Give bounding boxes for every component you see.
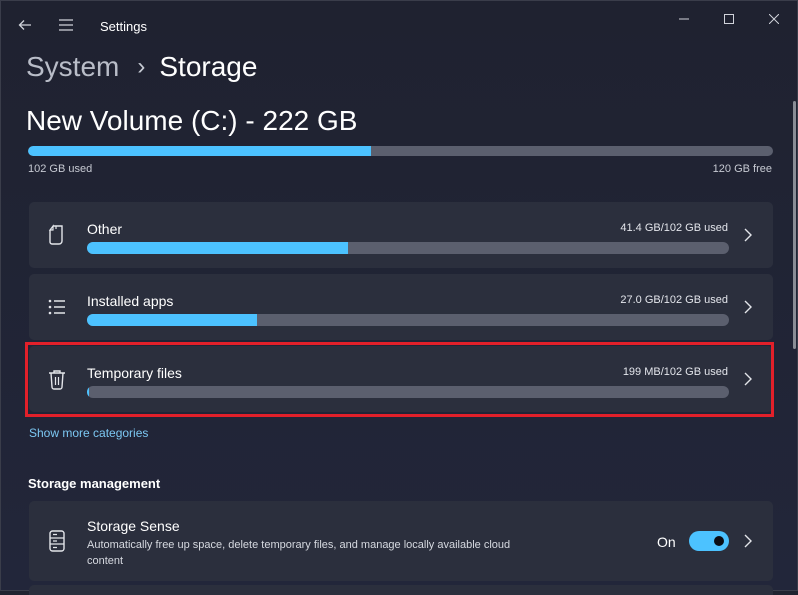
category-installed-apps[interactable]: Installed apps 27.0 GB/102 GB used xyxy=(29,274,773,340)
drive-icon xyxy=(45,529,69,553)
chevron-right-icon xyxy=(741,298,755,316)
settings-window: Settings System › Storage New Volume (C:… xyxy=(0,0,798,595)
storage-sense-description: Automatically free up space, delete temp… xyxy=(87,539,511,567)
chevron-right-icon xyxy=(741,532,755,550)
storage-management-heading: Storage management xyxy=(28,476,161,491)
navigation-menu-button[interactable] xyxy=(54,13,78,37)
category-label: Installed apps xyxy=(87,293,174,309)
category-label: Other xyxy=(87,221,123,237)
breadcrumb-system-link[interactable]: System xyxy=(26,51,119,83)
storage-sense-card[interactable]: Storage Sense Automatically free up spac… xyxy=(29,501,773,581)
minimize-button[interactable] xyxy=(661,5,707,33)
breadcrumb: System › Storage xyxy=(26,49,257,85)
page-title: Storage xyxy=(159,51,258,82)
list-icon xyxy=(45,295,69,319)
volume-usage-bar xyxy=(28,146,773,156)
app-title: Settings xyxy=(100,19,147,34)
category-usage-fill xyxy=(87,314,258,326)
storage-sense-toggle-label: On xyxy=(657,534,676,550)
close-button[interactable] xyxy=(751,5,797,33)
breadcrumb-chevron-icon: › xyxy=(137,53,146,80)
category-other[interactable]: Other 41.4 GB/102 GB used xyxy=(29,202,773,268)
category-usage-bar xyxy=(87,242,729,254)
next-settings-card[interactable] xyxy=(29,585,773,595)
chevron-right-icon xyxy=(741,226,755,244)
document-icon xyxy=(45,223,69,247)
storage-sense-toggle[interactable] xyxy=(689,531,729,551)
close-icon xyxy=(769,14,779,24)
volume-title: New Volume (C:) - 222 GB xyxy=(26,105,358,136)
volume-used-label: 102 GB used xyxy=(28,163,93,175)
minimize-icon xyxy=(679,18,689,20)
volume-usage-fill xyxy=(28,146,371,156)
maximize-button[interactable] xyxy=(706,5,752,33)
volume-free-label: 120 GB free xyxy=(712,163,772,175)
back-button[interactable] xyxy=(13,13,37,37)
category-usage-fill xyxy=(87,242,348,254)
category-usage-bar xyxy=(87,314,729,326)
arrow-left-icon xyxy=(18,20,31,30)
toggle-knob xyxy=(714,536,724,546)
maximize-icon xyxy=(724,14,734,24)
hamburger-icon xyxy=(59,19,73,31)
category-usage: 41.4 GB/102 GB used xyxy=(620,222,728,234)
show-more-categories-link[interactable]: Show more categories xyxy=(29,426,148,440)
storage-sense-title: Storage Sense xyxy=(87,518,180,534)
scrollbar-thumb[interactable] xyxy=(793,101,796,349)
category-usage: 27.0 GB/102 GB used xyxy=(620,294,728,306)
title-bar: Settings xyxy=(1,1,797,51)
highlight-box xyxy=(25,342,774,417)
